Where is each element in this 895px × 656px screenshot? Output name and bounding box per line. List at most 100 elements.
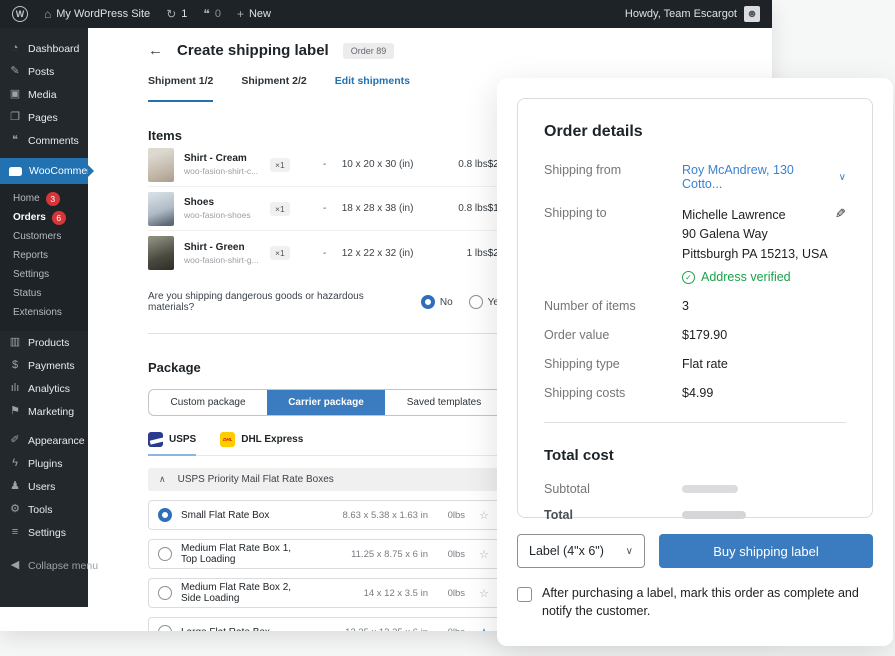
tab-shipment-1[interactable]: Shipment 1/2 bbox=[148, 75, 214, 102]
sidebar-item-plugins[interactable]: ϟ Plugins bbox=[0, 452, 88, 475]
item-dash: - bbox=[323, 203, 327, 214]
woocommerce-submenu: Home 3 Orders 6 Customers Reports Settin… bbox=[0, 184, 88, 331]
submenu-item-status[interactable]: Status bbox=[0, 284, 88, 303]
count-badge: 6 bbox=[51, 210, 66, 225]
radio-no-input[interactable] bbox=[420, 295, 435, 309]
buy-shipping-label-button[interactable]: Buy shipping label bbox=[659, 534, 873, 568]
recipient-name: Michelle Lawrence bbox=[682, 208, 786, 222]
rate-weight: 0lbs bbox=[447, 548, 465, 560]
flat-rate-group-label: USPS Priority Mail Flat Rate Boxes bbox=[177, 474, 334, 485]
comments-indicator[interactable]: ❝ 0 bbox=[203, 8, 221, 20]
analytics-icon: ılı bbox=[10, 382, 20, 394]
sidebar-item-users[interactable]: ♟ Users bbox=[0, 475, 88, 498]
rate-row-medium-flat-rate-box-2[interactable]: Medium Flat Rate Box 2, Side Loading 14 … bbox=[148, 578, 504, 608]
sidebar-item-appearance[interactable]: ✐ Appearance bbox=[0, 429, 88, 452]
rate-radio-input[interactable] bbox=[158, 508, 172, 522]
order-details-heading: Order details bbox=[544, 123, 643, 140]
submenu-label: Settings bbox=[13, 269, 50, 280]
rate-radio-input[interactable] bbox=[158, 547, 172, 561]
sidebar-item-label: Comments bbox=[28, 134, 79, 147]
flat-rate-group-header[interactable]: ∧ USPS Priority Mail Flat Rate Boxes bbox=[148, 468, 504, 491]
radio-no[interactable]: No bbox=[420, 295, 453, 309]
site-name-link[interactable]: ⌂ My WordPress Site bbox=[44, 8, 150, 20]
mark-complete-checkbox[interactable] bbox=[517, 587, 532, 602]
sidebar-item-label: Dashboard bbox=[28, 42, 80, 55]
tab-dhl-express[interactable]: DHL DHL Express bbox=[220, 432, 303, 455]
rate-row-medium-flat-rate-box-1[interactable]: Medium Flat Rate Box 1, Top Loading 11.2… bbox=[148, 539, 504, 569]
collapse-menu-button[interactable]: ◀ Collapse menu bbox=[0, 554, 98, 577]
label-size-select[interactable]: Label (4"x 6") ∨ bbox=[517, 534, 645, 568]
order-value-label: Order value bbox=[544, 328, 610, 343]
sidebar-item-products[interactable]: ▥ Products bbox=[0, 331, 88, 354]
submenu-item-settings[interactable]: Settings bbox=[0, 265, 88, 284]
sidebar-item-woocommerce[interactable]: WooCommerce bbox=[0, 158, 102, 184]
sidebar-item-analytics[interactable]: ılı Analytics bbox=[0, 377, 88, 400]
rate-row-large-flat-rate-box[interactable]: Large Flat Rate Box 12.25 x 12.25 x 6 in… bbox=[148, 617, 504, 631]
tab-carrier-package[interactable]: Carrier package bbox=[267, 390, 385, 415]
updates-count: 1 bbox=[181, 8, 188, 20]
sidebar-item-settings[interactable]: ≡ Settings bbox=[0, 521, 88, 544]
submenu-item-home[interactable]: Home 3 bbox=[0, 189, 88, 208]
subtotal-loading-skeleton bbox=[682, 485, 738, 494]
star-filled-icon[interactable]: ★ bbox=[474, 626, 494, 632]
collapse-label: Collapse menu bbox=[28, 559, 99, 572]
edit-shipments-link[interactable]: Edit shipments bbox=[335, 75, 410, 102]
rate-radio-input[interactable] bbox=[158, 586, 172, 600]
submenu-item-customers[interactable]: Customers bbox=[0, 227, 88, 246]
updates-icon: ↻ bbox=[166, 7, 177, 21]
sidebar-item-label: Media bbox=[28, 88, 57, 101]
tab-saved-templates[interactable]: Saved templates bbox=[385, 390, 503, 415]
submenu-item-extensions[interactable]: Extensions bbox=[0, 303, 88, 322]
item-dash: - bbox=[323, 247, 327, 259]
rate-dimensions: 14 x 12 x 3.5 in bbox=[363, 587, 428, 599]
item-name: Shirt - Green bbox=[184, 241, 245, 253]
check-circle-icon: ✓ bbox=[682, 270, 695, 284]
new-content-button[interactable]: + New bbox=[237, 8, 271, 20]
sidebar-item-media[interactable]: ▣ Media bbox=[0, 83, 88, 106]
sidebar-item-payments[interactable]: $ Payments bbox=[0, 354, 88, 377]
star-outline-icon[interactable]: ☆ bbox=[474, 587, 494, 600]
rate-name: Large Flat Rate Box bbox=[181, 627, 307, 632]
num-items-label: Number of items bbox=[544, 299, 636, 314]
edit-address-icon[interactable]: ✎ bbox=[835, 206, 846, 222]
item-thumbnail bbox=[148, 236, 174, 270]
item-dimensions: 10 x 20 x 30 (in) bbox=[341, 159, 414, 170]
submenu-item-reports[interactable]: Reports bbox=[0, 246, 88, 265]
sidebar-item-pages[interactable]: ❐ Pages bbox=[0, 106, 88, 129]
rate-weight: 0lbs bbox=[447, 509, 465, 521]
wordpress-logo-icon[interactable]: W bbox=[12, 6, 28, 22]
rate-name: Medium Flat Rate Box 2, Side Loading bbox=[181, 582, 292, 604]
order-details-panel: Order details Shipping from Roy McAndrew… bbox=[497, 78, 893, 646]
sidebar-item-comments[interactable]: ❝ Comments bbox=[0, 129, 88, 152]
rate-row-small-flat-rate-box[interactable]: Small Flat Rate Box 8.63 x 5.38 x 1.63 i… bbox=[148, 500, 504, 530]
usps-logo-icon bbox=[148, 432, 163, 447]
sidebar-item-tools[interactable]: ⚙ Tools bbox=[0, 498, 88, 521]
items-heading: Items bbox=[148, 128, 182, 143]
number-of-items-row: Number of items 3 bbox=[544, 299, 846, 313]
submenu-label: Customers bbox=[13, 231, 62, 242]
num-items-value: 3 bbox=[682, 299, 689, 314]
updates-indicator[interactable]: ↻ 1 bbox=[166, 8, 187, 20]
back-arrow-icon[interactable]: ← bbox=[148, 42, 163, 59]
item-dash: - bbox=[323, 159, 327, 170]
sidebar-item-posts[interactable]: ✎ Posts bbox=[0, 60, 88, 83]
sidebar-item-marketing[interactable]: ⚑ Marketing bbox=[0, 400, 88, 423]
star-outline-icon[interactable]: ☆ bbox=[474, 509, 494, 522]
submenu-label: Home bbox=[13, 193, 40, 204]
shipping-from-select[interactable]: Roy McAndrew, 130 Cotto... ∨ bbox=[682, 163, 846, 191]
submenu-item-orders[interactable]: Orders 6 bbox=[0, 208, 88, 227]
tab-shipment-2[interactable]: Shipment 2/2 bbox=[241, 75, 306, 102]
howdy-text[interactable]: Howdy, Team Escargot bbox=[625, 8, 737, 20]
radio-yes-input[interactable] bbox=[468, 295, 483, 309]
tab-usps[interactable]: USPS bbox=[148, 432, 197, 456]
item-thumbnail bbox=[148, 191, 174, 226]
tab-custom-package[interactable]: Custom package bbox=[149, 390, 267, 415]
user-avatar[interactable]: ☻ bbox=[744, 6, 760, 22]
star-outline-icon[interactable]: ☆ bbox=[474, 548, 494, 561]
shipping-from-label: Shipping from bbox=[544, 163, 622, 177]
rate-radio-input[interactable] bbox=[158, 625, 172, 631]
item-weight: 0.8 lbs bbox=[458, 159, 488, 170]
page-header: ← Create shipping label Order 89 bbox=[148, 42, 504, 59]
item-weight: 1 lbs bbox=[466, 247, 488, 259]
sidebar-item-dashboard[interactable]: ◔ Dashboard bbox=[0, 37, 88, 60]
